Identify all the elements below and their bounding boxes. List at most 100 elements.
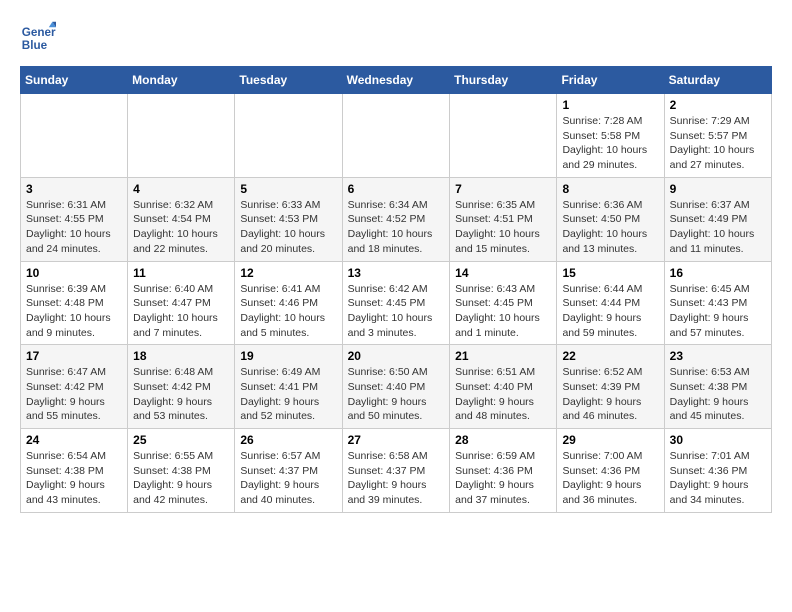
day-info: Sunrise: 6:44 AM Sunset: 4:44 PM Dayligh… (562, 282, 658, 341)
calendar-cell (235, 94, 342, 178)
calendar-cell: 7 Sunrise: 6:35 AM Sunset: 4:51 PM Daylig… (450, 177, 557, 261)
day-number: 1 (562, 98, 658, 112)
calendar-cell: 15 Sunrise: 6:44 AM Sunset: 4:44 PM Dayli… (557, 261, 664, 345)
day-number: 23 (670, 349, 766, 363)
calendar-cell: 25 Sunrise: 6:55 AM Sunset: 4:38 PM Dayli… (128, 429, 235, 513)
day-number: 11 (133, 266, 229, 280)
calendar-cell: 29Sunrise: 7:00 AM Sunset: 4:36 PM Dayli… (557, 429, 664, 513)
day-number: 21 (455, 349, 551, 363)
day-number: 15 (562, 266, 658, 280)
calendar-cell: 1 Sunrise: 7:28 AM Sunset: 5:58 PM Daylig… (557, 94, 664, 178)
day-info: Sunrise: 6:34 AM Sunset: 4:52 PM Dayligh… (348, 198, 445, 257)
calendar-cell: 27 Sunrise: 6:58 AM Sunset: 4:37 PM Dayli… (342, 429, 450, 513)
calendar-cell: 26Sunrise: 6:57 AM Sunset: 4:37 PM Dayli… (235, 429, 342, 513)
day-number: 9 (670, 182, 766, 196)
day-info: Sunrise: 6:45 AM Sunset: 4:43 PM Dayligh… (670, 282, 766, 341)
calendar-cell: 8 Sunrise: 6:36 AM Sunset: 4:50 PM Daylig… (557, 177, 664, 261)
day-info: Sunrise: 6:54 AM Sunset: 4:38 PM Dayligh… (26, 449, 122, 508)
day-info: Sunrise: 6:48 AM Sunset: 4:42 PM Dayligh… (133, 365, 229, 424)
day-number: 20 (348, 349, 445, 363)
day-info: Sunrise: 6:53 AM Sunset: 4:38 PM Dayligh… (670, 365, 766, 424)
day-info: Sunrise: 6:32 AM Sunset: 4:54 PM Dayligh… (133, 198, 229, 257)
calendar-cell: 24 Sunrise: 6:54 AM Sunset: 4:38 PM Dayli… (21, 429, 128, 513)
day-info: Sunrise: 7:01 AM Sunset: 4:36 PM Dayligh… (670, 449, 766, 508)
calendar-cell: 2 Sunrise: 7:29 AM Sunset: 5:57 PM Daylig… (664, 94, 771, 178)
day-info: Sunrise: 6:37 AM Sunset: 4:49 PM Dayligh… (670, 198, 766, 257)
day-info: Sunrise: 6:42 AM Sunset: 4:45 PM Dayligh… (348, 282, 445, 341)
calendar-cell: 21Sunrise: 6:51 AM Sunset: 4:40 PM Dayli… (450, 345, 557, 429)
day-info: Sunrise: 7:28 AM Sunset: 5:58 PM Dayligh… (562, 114, 658, 173)
calendar-cell: 11 Sunrise: 6:40 AM Sunset: 4:47 PM Dayli… (128, 261, 235, 345)
day-number: 3 (26, 182, 122, 196)
day-info: Sunrise: 6:58 AM Sunset: 4:37 PM Dayligh… (348, 449, 445, 508)
day-number: 19 (240, 349, 336, 363)
day-number: 24 (26, 433, 122, 447)
weekday-header-wednesday: Wednesday (342, 67, 450, 94)
calendar-cell (21, 94, 128, 178)
weekday-header-thursday: Thursday (450, 67, 557, 94)
calendar-cell (342, 94, 450, 178)
calendar-week-2: 3 Sunrise: 6:31 AM Sunset: 4:55 PM Daylig… (21, 177, 772, 261)
calendar-week-4: 17 Sunrise: 6:47 AM Sunset: 4:42 PM Dayli… (21, 345, 772, 429)
day-info: Sunrise: 6:31 AM Sunset: 4:55 PM Dayligh… (26, 198, 122, 257)
day-info: Sunrise: 6:43 AM Sunset: 4:45 PM Dayligh… (455, 282, 551, 341)
day-number: 8 (562, 182, 658, 196)
calendar-cell: 30Sunrise: 7:01 AM Sunset: 4:36 PM Dayli… (664, 429, 771, 513)
weekday-header-monday: Monday (128, 67, 235, 94)
calendar-cell: 4 Sunrise: 6:32 AM Sunset: 4:54 PM Daylig… (128, 177, 235, 261)
day-number: 25 (133, 433, 229, 447)
calendar-week-3: 10 Sunrise: 6:39 AM Sunset: 4:48 PM Dayli… (21, 261, 772, 345)
calendar-cell: 18 Sunrise: 6:48 AM Sunset: 4:42 PM Dayli… (128, 345, 235, 429)
day-number: 2 (670, 98, 766, 112)
calendar-cell: 10 Sunrise: 6:39 AM Sunset: 4:48 PM Dayli… (21, 261, 128, 345)
day-info: Sunrise: 7:29 AM Sunset: 5:57 PM Dayligh… (670, 114, 766, 173)
logo-icon: General Blue (20, 20, 56, 56)
calendar: SundayMondayTuesdayWednesdayThursdayFrid… (20, 66, 772, 513)
day-info: Sunrise: 6:35 AM Sunset: 4:51 PM Dayligh… (455, 198, 551, 257)
calendar-cell: 28 Sunrise: 6:59 AM Sunset: 4:36 PM Dayli… (450, 429, 557, 513)
day-number: 12 (240, 266, 336, 280)
calendar-cell: 3 Sunrise: 6:31 AM Sunset: 4:55 PM Daylig… (21, 177, 128, 261)
day-number: 10 (26, 266, 122, 280)
day-info: Sunrise: 6:36 AM Sunset: 4:50 PM Dayligh… (562, 198, 658, 257)
weekday-header-tuesday: Tuesday (235, 67, 342, 94)
weekday-header-saturday: Saturday (664, 67, 771, 94)
calendar-cell: 23 Sunrise: 6:53 AM Sunset: 4:38 PM Dayli… (664, 345, 771, 429)
day-number: 26 (240, 433, 336, 447)
day-info: Sunrise: 6:59 AM Sunset: 4:36 PM Dayligh… (455, 449, 551, 508)
day-info: Sunrise: 6:39 AM Sunset: 4:48 PM Dayligh… (26, 282, 122, 341)
calendar-cell: 14Sunrise: 6:43 AM Sunset: 4:45 PM Dayli… (450, 261, 557, 345)
day-number: 18 (133, 349, 229, 363)
day-info: Sunrise: 6:47 AM Sunset: 4:42 PM Dayligh… (26, 365, 122, 424)
calendar-header-row: SundayMondayTuesdayWednesdayThursdayFrid… (21, 67, 772, 94)
logo: General Blue (20, 20, 56, 56)
day-info: Sunrise: 6:40 AM Sunset: 4:47 PM Dayligh… (133, 282, 229, 341)
weekday-header-friday: Friday (557, 67, 664, 94)
calendar-week-1: 1 Sunrise: 7:28 AM Sunset: 5:58 PM Daylig… (21, 94, 772, 178)
calendar-cell: 22Sunrise: 6:52 AM Sunset: 4:39 PM Dayli… (557, 345, 664, 429)
day-info: Sunrise: 7:00 AM Sunset: 4:36 PM Dayligh… (562, 449, 658, 508)
day-number: 4 (133, 182, 229, 196)
calendar-cell: 17 Sunrise: 6:47 AM Sunset: 4:42 PM Dayli… (21, 345, 128, 429)
day-info: Sunrise: 6:49 AM Sunset: 4:41 PM Dayligh… (240, 365, 336, 424)
day-info: Sunrise: 6:55 AM Sunset: 4:38 PM Dayligh… (133, 449, 229, 508)
calendar-cell: 6 Sunrise: 6:34 AM Sunset: 4:52 PM Daylig… (342, 177, 450, 261)
day-info: Sunrise: 6:33 AM Sunset: 4:53 PM Dayligh… (240, 198, 336, 257)
day-number: 7 (455, 182, 551, 196)
day-number: 13 (348, 266, 445, 280)
calendar-cell: 13 Sunrise: 6:42 AM Sunset: 4:45 PM Dayli… (342, 261, 450, 345)
day-number: 6 (348, 182, 445, 196)
day-number: 22 (562, 349, 658, 363)
day-number: 5 (240, 182, 336, 196)
day-number: 16 (670, 266, 766, 280)
day-number: 28 (455, 433, 551, 447)
svg-text:General: General (22, 26, 56, 39)
svg-text:Blue: Blue (22, 39, 48, 52)
day-number: 27 (348, 433, 445, 447)
day-number: 17 (26, 349, 122, 363)
calendar-cell (128, 94, 235, 178)
calendar-cell: 12Sunrise: 6:41 AM Sunset: 4:46 PM Dayli… (235, 261, 342, 345)
calendar-cell: 16 Sunrise: 6:45 AM Sunset: 4:43 PM Dayli… (664, 261, 771, 345)
calendar-week-5: 24 Sunrise: 6:54 AM Sunset: 4:38 PM Dayli… (21, 429, 772, 513)
page-header: General Blue (20, 20, 772, 56)
